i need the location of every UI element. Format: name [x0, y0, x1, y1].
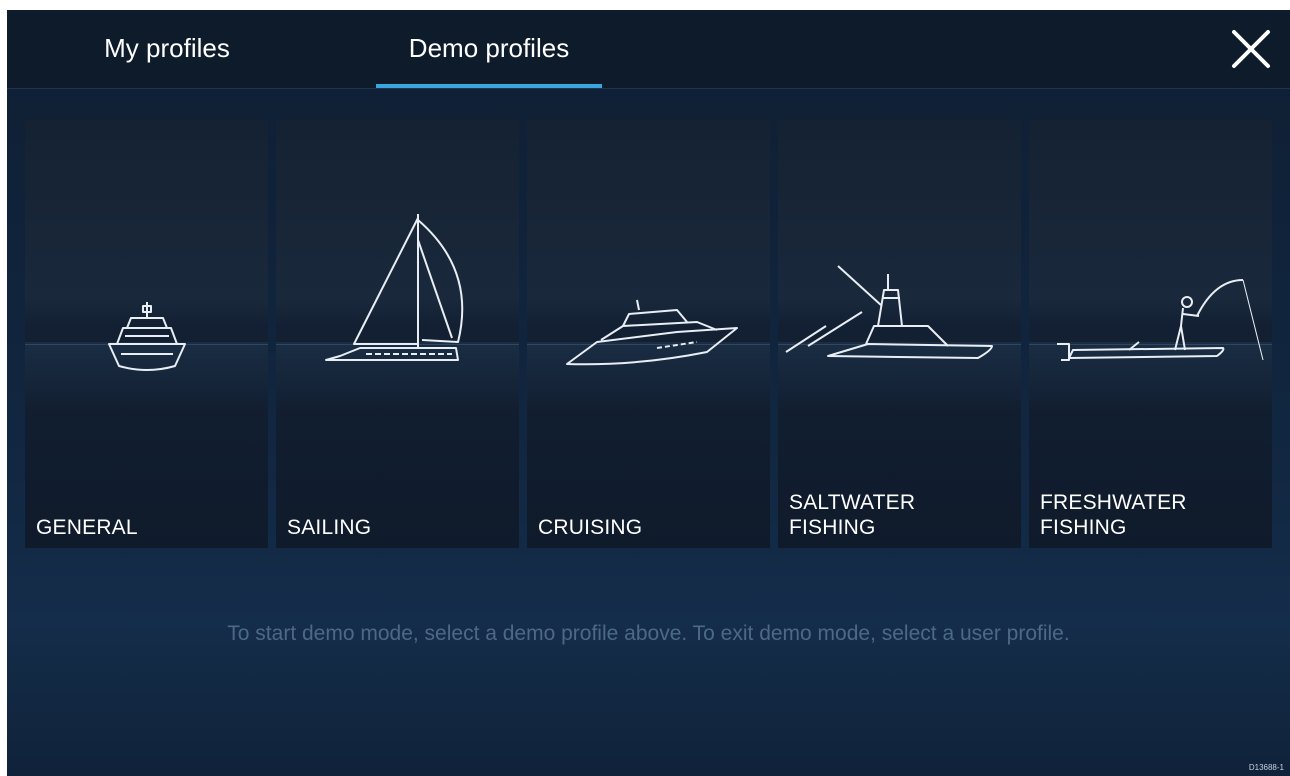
tab-bar: My profiles Demo profiles — [7, 10, 1290, 89]
demo-mode-hint: To start demo mode, select a demo profil… — [227, 622, 1070, 645]
cruiser-icon — [566, 299, 738, 366]
close-button[interactable] — [1226, 24, 1276, 74]
profile-card-saltwater-fishing[interactable]: SALTWATER FISHING — [778, 120, 1021, 548]
profile-card-sailing[interactable]: SAILING — [276, 120, 519, 548]
close-icon — [1232, 30, 1270, 68]
profile-card-label: FRESHWATER FISHING — [1040, 491, 1187, 539]
profile-card-label: SALTWATER FISHING — [789, 491, 916, 539]
demo-profiles-window: My profiles Demo profiles GENERAL SAILIN… — [7, 10, 1290, 776]
tab-demo-profiles-label: Demo profiles — [408, 33, 570, 63]
active-tab-indicator — [376, 84, 602, 88]
sailboat-icon — [325, 214, 464, 361]
profile-card-list: GENERAL SAILING CRUISING SALTWATER FISHI… — [25, 120, 1275, 548]
tab-my-profiles[interactable]: My profiles — [67, 28, 267, 88]
profile-card-freshwater-fishing[interactable]: FRESHWATER FISHING — [1029, 120, 1272, 548]
angler-boat-icon — [1057, 279, 1264, 361]
profile-card-label: CRUISING — [538, 516, 643, 539]
figure-code: D13688-1 — [1248, 763, 1284, 772]
tab-demo-profiles[interactable]: Demo profiles — [376, 28, 602, 88]
profile-card-label: GENERAL — [36, 516, 138, 539]
profile-card-cruising[interactable]: CRUISING — [527, 120, 770, 548]
motorboat-icon — [108, 302, 186, 371]
sportfishing-boat-icon — [785, 265, 993, 359]
profile-card-label: SAILING — [287, 516, 372, 539]
profile-card-general[interactable]: GENERAL — [25, 120, 268, 548]
